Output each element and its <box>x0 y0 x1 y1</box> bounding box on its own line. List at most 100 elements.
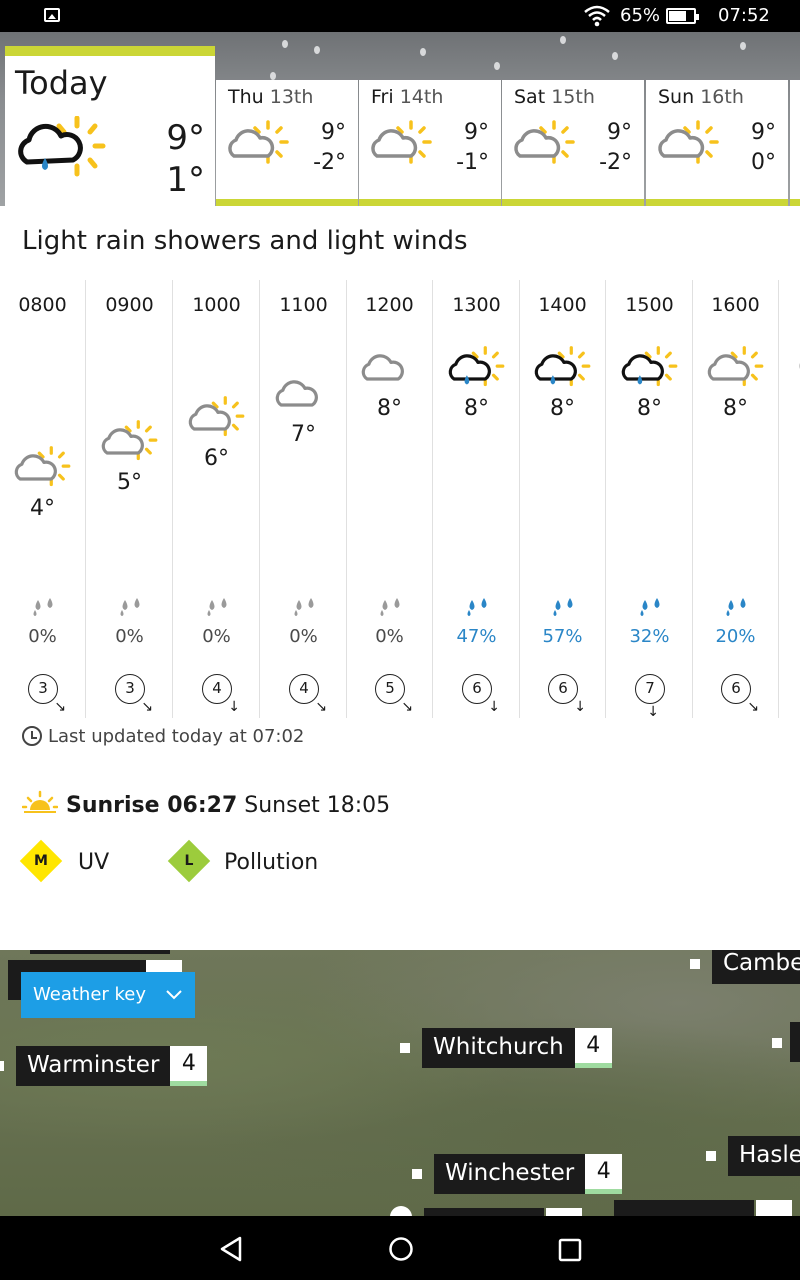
raindrops-icon <box>640 598 659 616</box>
recents-icon[interactable] <box>558 1238 582 1262</box>
sunny-intervals-icon <box>188 396 244 437</box>
pollution-level-badge: L <box>167 839 211 883</box>
light-rain-showers-icon <box>534 346 590 387</box>
day-min-temp: -2° <box>599 150 632 175</box>
cloud-icon <box>799 363 800 369</box>
map-place-whitchurch[interactable]: Whitchurch 4 <box>400 1028 612 1068</box>
weather-key-button[interactable]: Weather key <box>21 972 195 1018</box>
sunny-intervals-icon <box>371 120 432 164</box>
sun-times: Sunrise 06:27 Sunset 18:05 <box>21 790 391 818</box>
sunny-intervals-icon <box>658 120 719 164</box>
hour-temp: 8° <box>464 396 489 421</box>
hour-column[interactable]: 1600 8° 20% 6 ↘ <box>693 280 779 718</box>
day-name: Fri <box>371 86 394 108</box>
light-rain-showers-icon <box>621 346 677 387</box>
sunrise-icon <box>21 790 59 813</box>
raindrops-icon <box>207 598 226 616</box>
sunny-intervals-icon <box>101 420 157 461</box>
map-place-warminster[interactable]: Warminster 4 <box>0 1046 208 1086</box>
rain-chance: 32% <box>629 626 670 647</box>
cloud-icon <box>361 354 404 381</box>
cloud-icon <box>275 380 318 407</box>
raindrops-icon <box>33 598 52 616</box>
hour-column[interactable]: 1200 8° 0% 5 ↘ <box>347 280 433 718</box>
navigation-bar <box>0 1216 800 1280</box>
day-tab-fri[interactable]: Fri 14th 9° -1° <box>359 80 501 206</box>
today-min-temp: 1° <box>166 160 205 200</box>
hour-column-partial[interactable] <box>780 280 800 718</box>
sunrise-time: Sunrise 06:27 <box>66 793 238 818</box>
day-name: Thu <box>228 86 264 108</box>
day-date: 16th <box>700 86 744 108</box>
hour-time: 1400 <box>538 294 587 316</box>
wind-value: 4 <box>574 1028 612 1068</box>
rain-chance: 0% <box>115 626 144 647</box>
day-tab-next[interactable] <box>790 80 800 206</box>
wifi-icon <box>584 5 610 27</box>
wind-speed: 6 ↓ <box>462 674 500 714</box>
raindrops-icon <box>553 598 572 616</box>
rain-chance: 0% <box>202 626 231 647</box>
clock: 07:52 <box>718 5 770 26</box>
hour-column[interactable]: 0900 5° 0% 3 ↘ <box>87 280 173 718</box>
wind-direction-icon: ↘ <box>747 699 759 715</box>
hour-time: 0800 <box>18 294 67 316</box>
map-place-winchester[interactable]: Winchester 4 <box>412 1154 623 1194</box>
day-date: 14th <box>399 86 444 108</box>
hour-time: 1500 <box>625 294 674 316</box>
wind-direction-icon: ↘ <box>315 699 327 715</box>
hour-temp: 8° <box>723 396 748 421</box>
hour-column[interactable]: 1300 8° 47% 6 ↓ <box>434 280 520 718</box>
wind-direction-icon: ↓ <box>228 699 240 715</box>
wind-speed: 5 ↘ <box>375 674 413 714</box>
light-rain-showers-icon <box>18 116 106 177</box>
wind-direction-icon: ↓ <box>574 699 586 715</box>
hour-column[interactable]: 1100 7° 0% 4 ↘ <box>261 280 347 718</box>
sunset-time: Sunset 18:05 <box>244 793 391 818</box>
gallery-notification-icon <box>44 8 60 22</box>
rain-chance: 0% <box>375 626 404 647</box>
wind-speed: 4 ↓ <box>202 674 240 714</box>
day-tab-thu[interactable]: Thu 13th 9° -2° <box>216 80 358 206</box>
day-tab-sun[interactable]: Sun 16th 9° 0° <box>646 80 788 206</box>
wind-speed: 3 ↘ <box>28 674 66 714</box>
clock-icon <box>22 726 42 746</box>
battery-icon <box>666 8 699 24</box>
weather-map[interactable]: Weather key Camber Whitchurch4 Warminste… <box>0 950 800 1216</box>
forecast-summary: Light rain showers and light winds <box>22 226 468 256</box>
status-bar: 65% 07:52 <box>0 0 800 32</box>
raindrops-icon <box>120 598 139 616</box>
raindrops-icon <box>380 598 399 616</box>
hourly-forecast[interactable]: 0800 4° 0% 3 ↘ 0900 5° 0% 3 ↘ 1000 6° 0% 4… <box>0 280 800 719</box>
map-place-hasler[interactable]: Hasler <box>706 1136 800 1176</box>
daily-forecast-strip[interactable]: Today 9° 1° Thu 13th 9° -2° Fri 14th 9° … <box>0 32 800 206</box>
hour-column[interactable]: 1500 8° 32% 7 ↓ <box>607 280 693 719</box>
last-updated: Last updated today at 07:02 <box>22 726 304 747</box>
rain-chance: 57% <box>542 626 583 647</box>
hour-time: 1000 <box>192 294 241 316</box>
hour-temp: 4° <box>30 496 55 521</box>
wind-speed: 4 ↘ <box>289 674 327 714</box>
day-min-temp: -2° <box>313 150 346 175</box>
raindrops-icon <box>726 598 745 616</box>
hour-time: 0900 <box>105 294 154 316</box>
hour-column[interactable]: 1000 6° 0% 4 ↓ <box>174 280 260 718</box>
hour-column[interactable]: 1400 8° 57% 6 ↓ <box>520 280 606 718</box>
day-tab-today[interactable]: Today 9° 1° <box>5 46 215 206</box>
home-icon[interactable] <box>388 1236 414 1262</box>
uv-label: UV <box>78 850 110 875</box>
wind-speed: 6 ↓ <box>548 674 586 714</box>
rain-chance: 20% <box>715 626 756 647</box>
hour-column[interactable]: 0800 4° 0% 3 ↘ <box>0 280 86 718</box>
hour-time: 1200 <box>365 294 414 316</box>
wind-speed: 3 ↘ <box>115 674 153 714</box>
sunny-intervals-icon <box>228 120 289 164</box>
wind-value: 4 <box>170 1046 208 1086</box>
map-place-camber[interactable]: Camber <box>690 950 800 984</box>
day-tab-sat[interactable]: Sat 15th 9° -2° <box>502 80 644 206</box>
day-label: Today <box>15 64 108 102</box>
rain-chance: 0% <box>289 626 318 647</box>
day-name: Sat <box>514 86 546 108</box>
raindrops-icon <box>467 598 486 616</box>
back-icon[interactable] <box>218 1236 244 1262</box>
